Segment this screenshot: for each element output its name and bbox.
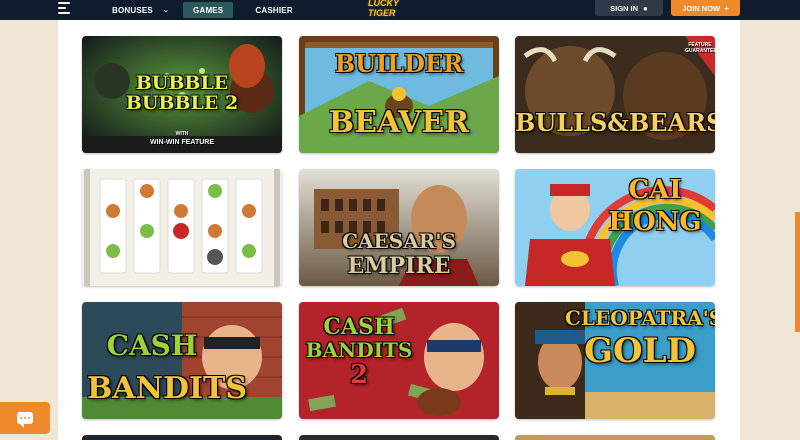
games-grid: BUBBLE BUBBLE 2 WITH WIN-WIN FEATURE BUI… — [58, 20, 740, 440]
game-tile-partial[interactable] — [82, 435, 282, 440]
game-tile-bubble-bubble-2[interactable]: BUBBLE BUBBLE 2 WITH WIN-WIN FEATURE — [82, 36, 282, 153]
site-logo[interactable]: LUCKY TIGER — [368, 0, 428, 18]
game-title-line2-text: BEARS — [628, 108, 715, 137]
nav-cashier[interactable]: CASHIER — [255, 6, 292, 15]
game-tile-cash-bandits[interactable]: CASH BANDITS — [82, 302, 282, 419]
game-title-line1: CASH — [323, 314, 395, 340]
nav-bonuses[interactable]: BONUSES ⌄ — [112, 6, 169, 15]
game-tile-partial[interactable] — [299, 435, 499, 440]
nav-cashier-label: CASHIER — [255, 5, 293, 15]
game-title-line1: CASH — [106, 329, 198, 362]
game-title-line1: CAESAR'S — [342, 229, 456, 253]
sign-in-button[interactable]: SIGN IN ● — [595, 0, 663, 16]
game-tile-cleopatras-gold[interactable]: CLEOPATRA'S GOLD — [515, 302, 715, 419]
game-title-line2: BANDITS — [86, 371, 248, 406]
logo-text: LUCKY TIGER — [368, 0, 399, 18]
game-title-line2: HONG — [608, 207, 702, 237]
chevron-down-icon[interactable]: ⌄ — [163, 6, 169, 14]
game-title-line1: BULLS&BEARS — [515, 111, 715, 135]
game-tile-bulls-and-bears[interactable]: FEATURE GUARANTEE BULLS&BEARS — [515, 36, 715, 153]
hamburger-icon[interactable] — [58, 2, 70, 14]
game-title-line2: BUBBLE 2 — [125, 92, 239, 114]
feature-guarantee-badge: FEATURE GUARANTEE — [685, 42, 715, 54]
game-title-line2: GOLD — [583, 331, 697, 371]
game-title-line2: BANDITS — [305, 338, 413, 362]
game-tagline: WIN-WIN FEATURE — [149, 139, 215, 146]
game-title-line1-text: BULLS — [515, 108, 608, 137]
nav-bonuses-label: BONUSES — [112, 5, 153, 15]
game-title-line2: EMPIRE — [347, 253, 451, 279]
user-plus-icon: + — [724, 3, 729, 13]
game-title-line1: BUBBLE — [135, 72, 229, 94]
game-title-number: 2 — [349, 360, 369, 390]
game-title-line2: BEAVER — [328, 105, 470, 140]
game-tile-builder-beaver[interactable]: BUILDER BEAVER — [299, 36, 499, 153]
nav-games-label: GAMES — [193, 5, 224, 15]
sign-in-label: SIGN IN — [610, 3, 639, 13]
game-tile-cai-hong[interactable]: CAI HONG — [515, 169, 715, 286]
join-now-label: JOIN NOW — [682, 3, 721, 13]
top-navigation-bar: BONUSES ⌄ GAMES CASHIER LUCKY TIGER SIGN… — [0, 0, 800, 20]
game-title-line1: BUILDER — [334, 49, 464, 78]
game-tile-caesars-empire[interactable]: CAESAR'S EMPIRE — [299, 169, 499, 286]
user-icon: ● — [643, 3, 648, 13]
game-title-line1: CLEOPATRA'S — [565, 306, 715, 330]
nav-games[interactable]: GAMES — [183, 2, 234, 18]
chat-icon — [17, 412, 33, 428]
main-nav: BONUSES ⌄ GAMES CASHIER — [112, 0, 293, 20]
game-art — [82, 169, 282, 286]
game-tile-cupcake-slot[interactable] — [82, 169, 282, 286]
side-scroll-tab[interactable] — [795, 212, 800, 332]
live-chat-button[interactable] — [0, 402, 50, 434]
game-title-line1: CAI — [628, 175, 682, 205]
game-tile-cash-bandits-2[interactable]: CASH BANDITS 2 — [299, 302, 499, 419]
game-tile-partial[interactable] — [515, 435, 715, 440]
join-now-button[interactable]: JOIN NOW + — [671, 0, 740, 16]
game-tagline-top: WITH — [175, 131, 189, 137]
